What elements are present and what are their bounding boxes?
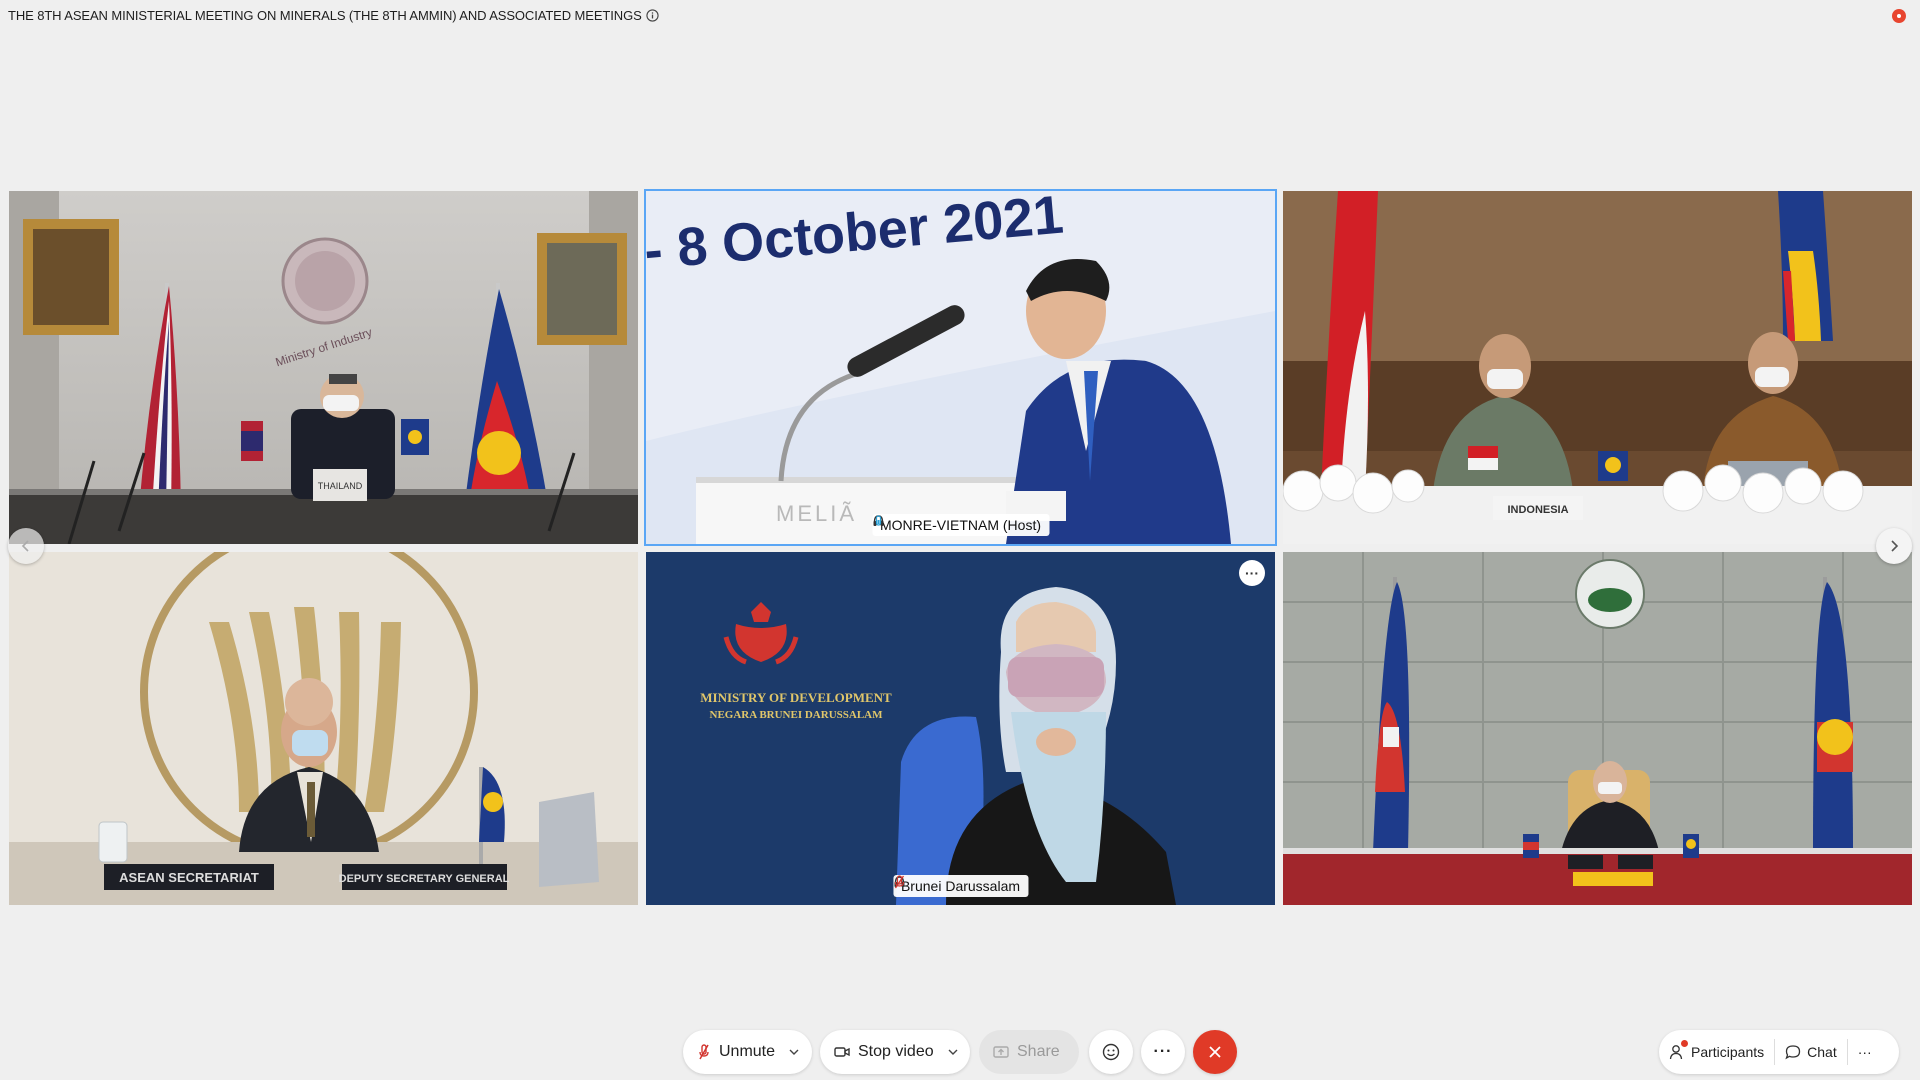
previous-page-button[interactable] xyxy=(8,528,44,564)
chevron-left-icon xyxy=(21,540,29,552)
name-tag: Brunei Darussalam xyxy=(892,875,1029,897)
chevron-down-icon[interactable] xyxy=(789,1047,799,1057)
placard-thailand: THAILAND xyxy=(318,481,363,491)
unmute-button[interactable]: Unmute xyxy=(683,1030,812,1074)
overflow-label: ··· xyxy=(1857,1044,1872,1060)
overflow-menu-button[interactable]: ··· xyxy=(1848,1030,1882,1074)
stop-video-label: Stop video xyxy=(858,1043,934,1060)
vietnam-video-frame: - 8 October 2021 MELIÃ xyxy=(646,191,1275,544)
chat-bubble-icon xyxy=(1785,1045,1801,1060)
indonesia-video-frame: INDONESIA xyxy=(1283,191,1912,544)
placard-deputy-secretary-general: DEPUTY SECRETARY GENERAL xyxy=(339,873,510,885)
chat-button[interactable]: Chat xyxy=(1775,1030,1847,1074)
notification-badge xyxy=(1681,1040,1688,1047)
stop-video-button[interactable]: Stop video xyxy=(820,1030,970,1074)
meeting-title-text: THE 8TH ASEAN MINISTERIAL MEETING ON MIN… xyxy=(8,8,642,23)
chevron-right-icon xyxy=(1891,540,1899,552)
leave-meeting-button[interactable] xyxy=(1193,1030,1237,1074)
video-tile-vietnam-host[interactable]: - 8 October 2021 MELIÃ MONRE-VIETNAM (Ho… xyxy=(644,189,1277,546)
panel-controls: Participants Chat ··· xyxy=(1659,1030,1899,1074)
podium-logo: MELIÃ xyxy=(776,501,857,526)
placard-asean-secretariat: ASEAN SECRETARIAT xyxy=(119,870,259,885)
share-screen-icon xyxy=(993,1046,1009,1058)
participant-name: MONRE-VIETNAM (Host) xyxy=(880,517,1041,533)
more-label: ··· xyxy=(1153,1043,1173,1060)
cambodia-video-frame xyxy=(1283,552,1912,905)
video-tile-thailand[interactable]: Ministry of Industry THAILAND xyxy=(9,191,638,544)
backdrop-line2: NEGARA BRUNEI DARUSSALAM xyxy=(710,709,884,721)
video-tile-cambodia[interactable] xyxy=(1283,552,1912,905)
close-icon xyxy=(1209,1046,1221,1058)
participants-label: Participants xyxy=(1691,1044,1765,1060)
thailand-video-frame: Ministry of Industry THAILAND xyxy=(9,191,638,544)
recording-indicator-icon[interactable] xyxy=(1892,9,1906,23)
name-tag: MONRE-VIETNAM (Host) xyxy=(872,514,1049,536)
reactions-button[interactable] xyxy=(1089,1030,1133,1074)
info-icon[interactable] xyxy=(646,9,659,22)
backdrop-line1: MINISTRY OF DEVELOPMENT xyxy=(700,690,892,705)
more-options-button[interactable]: ··· xyxy=(1141,1030,1185,1074)
muted-mic-icon xyxy=(699,1044,709,1060)
video-tile-indonesia[interactable]: INDONESIA xyxy=(1283,191,1912,544)
participant-name: Brunei Darussalam xyxy=(900,878,1021,894)
smiley-icon xyxy=(1102,1043,1120,1061)
share-button[interactable]: Share xyxy=(979,1030,1079,1074)
video-tile-brunei[interactable]: MINISTRY OF DEVELOPMENT NEGARA BRUNEI DA… xyxy=(646,552,1275,905)
meeting-header: THE 8TH ASEAN MINISTERIAL MEETING ON MIN… xyxy=(0,0,1920,30)
asean-secretariat-video-frame: ASEAN SECRETARIAT DEPUTY SECRETARY GENER… xyxy=(9,552,638,905)
chat-label: Chat xyxy=(1807,1044,1837,1060)
meeting-controls: Unmute Stop video Share ··· xyxy=(0,1030,1920,1074)
chevron-down-icon[interactable] xyxy=(948,1047,958,1057)
video-camera-icon xyxy=(834,1047,850,1057)
muted-mic-icon xyxy=(894,875,904,889)
participants-icon xyxy=(1669,1040,1688,1060)
share-label: Share xyxy=(1017,1043,1060,1060)
next-page-button[interactable] xyxy=(1876,528,1912,564)
placard-indonesia: INDONESIA xyxy=(1507,504,1568,516)
meeting-title: THE 8TH ASEAN MINISTERIAL MEETING ON MIN… xyxy=(8,8,659,23)
tile-more-options-button[interactable]: ··· xyxy=(1239,560,1265,586)
video-tile-asean-secretariat[interactable]: ASEAN SECRETARIAT DEPUTY SECRETARY GENER… xyxy=(9,552,638,905)
audio-level-icon xyxy=(875,515,881,526)
participants-button[interactable]: Participants xyxy=(1659,1030,1774,1074)
brunei-video-frame: MINISTRY OF DEVELOPMENT NEGARA BRUNEI DA… xyxy=(646,552,1275,905)
unmute-label: Unmute xyxy=(719,1043,776,1060)
